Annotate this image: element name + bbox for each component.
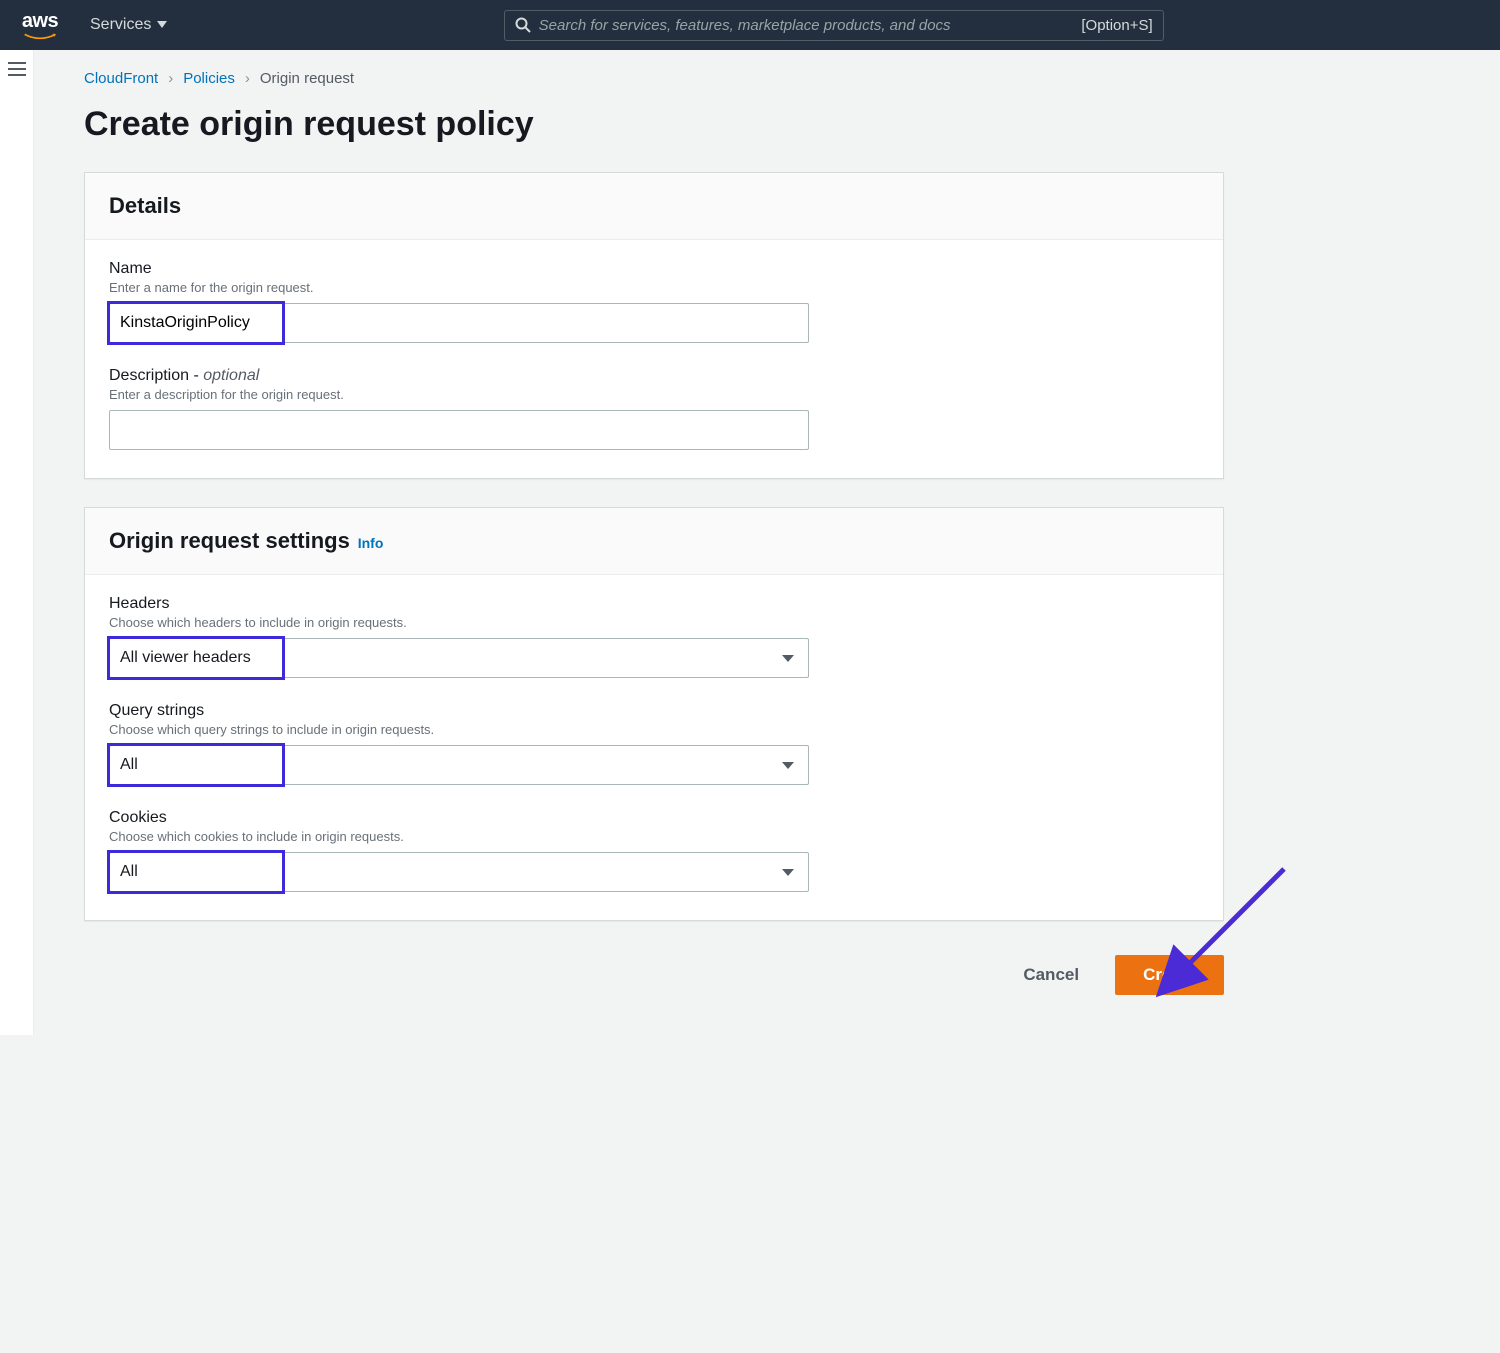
services-label: Services xyxy=(90,16,151,34)
cancel-button[interactable]: Cancel xyxy=(1005,955,1097,995)
create-button[interactable]: Create xyxy=(1115,955,1224,995)
settings-title: Origin request settings xyxy=(109,528,350,553)
query-label: Query strings xyxy=(109,702,1199,720)
description-hint: Enter a description for the origin reque… xyxy=(109,387,1199,402)
settings-panel-header: Origin request settings Info xyxy=(85,508,1223,575)
search-box[interactable]: [Option+S] xyxy=(504,10,1164,41)
query-select[interactable]: All xyxy=(109,745,809,785)
name-hint: Enter a name for the origin request. xyxy=(109,280,1199,295)
chevron-right-icon: › xyxy=(245,70,250,87)
chevron-right-icon: › xyxy=(168,70,173,87)
breadcrumb-cloudfront[interactable]: CloudFront xyxy=(84,70,158,87)
top-nav: aws Services [Option+S] xyxy=(0,0,1500,50)
headers-value: All viewer headers xyxy=(120,649,251,667)
action-bar: Cancel Create xyxy=(84,949,1224,995)
description-label: Description - optional xyxy=(109,367,1199,385)
query-value: All xyxy=(120,756,138,774)
hamburger-icon[interactable] xyxy=(8,62,26,76)
description-input[interactable] xyxy=(109,410,809,450)
info-link[interactable]: Info xyxy=(358,535,384,551)
details-title: Details xyxy=(109,193,181,218)
query-hint: Choose which query strings to include in… xyxy=(109,722,1199,737)
breadcrumb-policies[interactable]: Policies xyxy=(183,70,235,87)
sidebar-toggle-strip xyxy=(0,50,34,1035)
search-input[interactable] xyxy=(539,17,1074,34)
breadcrumb-current: Origin request xyxy=(260,70,354,87)
aws-logo[interactable]: aws xyxy=(20,10,60,41)
name-input[interactable] xyxy=(109,303,809,343)
caret-down-icon xyxy=(782,762,794,769)
headers-select[interactable]: All viewer headers xyxy=(109,638,809,678)
cookies-select[interactable]: All xyxy=(109,852,809,892)
page-title: Create origin request policy xyxy=(84,105,1224,144)
cookies-label: Cookies xyxy=(109,809,1199,827)
settings-panel: Origin request settings Info Headers Cho… xyxy=(84,507,1224,921)
search-container: [Option+S] xyxy=(187,10,1480,41)
headers-label: Headers xyxy=(109,595,1199,613)
caret-down-icon xyxy=(782,655,794,662)
name-label: Name xyxy=(109,260,1199,278)
cookies-hint: Choose which cookies to include in origi… xyxy=(109,829,1199,844)
caret-down-icon xyxy=(157,21,167,29)
cookies-value: All xyxy=(120,863,138,881)
search-shortcut-hint: [Option+S] xyxy=(1081,17,1152,34)
breadcrumb: CloudFront › Policies › Origin request xyxy=(84,70,1224,87)
search-icon xyxy=(515,17,531,33)
headers-hint: Choose which headers to include in origi… xyxy=(109,615,1199,630)
details-panel-header: Details xyxy=(85,173,1223,240)
services-menu-button[interactable]: Services xyxy=(90,16,167,34)
details-panel: Details Name Enter a name for the origin… xyxy=(84,172,1224,479)
caret-down-icon xyxy=(782,869,794,876)
